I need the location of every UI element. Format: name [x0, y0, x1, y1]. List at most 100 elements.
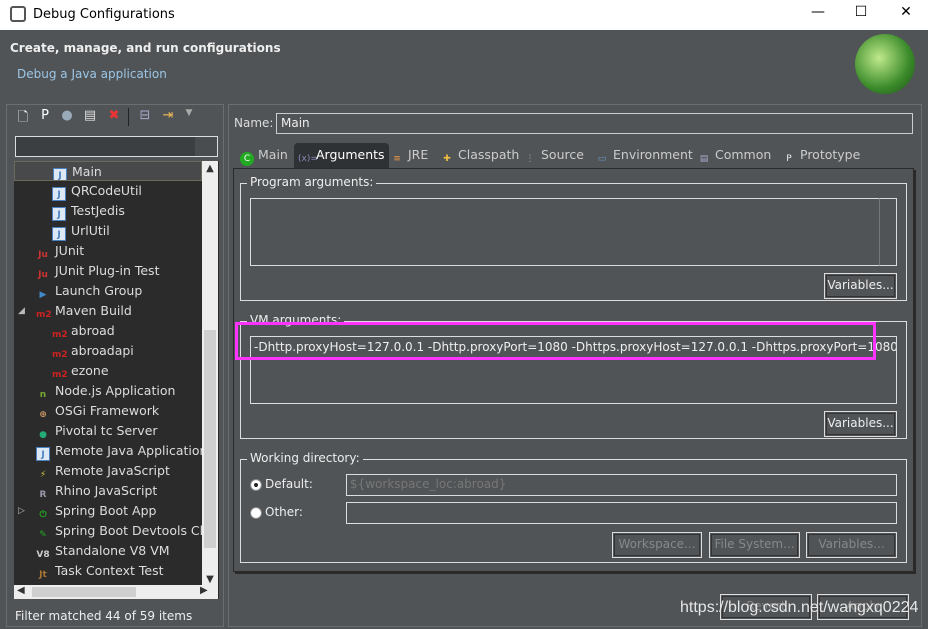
tab-label: Classpath [458, 147, 520, 162]
config-type-icon: ⊕ [39, 410, 47, 420]
tab-label: Environment [613, 147, 693, 162]
new-prototype-icon[interactable]: P [37, 108, 53, 124]
filter-clear[interactable] [195, 137, 217, 156]
tab-arguments[interactable]: (x)=Arguments [294, 143, 389, 168]
minimize-button[interactable]: — [808, 4, 828, 24]
config-type-icon: n [39, 390, 47, 400]
collapsed-arrow-icon[interactable]: ▷ [18, 501, 25, 521]
new-config-icon[interactable]: 🗋 [15, 108, 31, 125]
program-arguments-label: Program arguments: [247, 175, 377, 189]
vertical-scroll-thumb[interactable] [204, 330, 216, 548]
tree-item-label: Remote JavaScript [55, 463, 170, 478]
tab-icon: C [240, 152, 254, 166]
tree-item-label: Remote Java Application [55, 443, 202, 458]
tab-icon: ✚ [443, 154, 451, 164]
file-system-button[interactable]: File System... [709, 532, 800, 558]
tab-label: Prototype [800, 147, 861, 162]
tree-item-label: JUnit Plug-in Test [55, 263, 160, 278]
tree-item[interactable]: ◢ m2 Maven Build [14, 301, 202, 321]
dropdown-icon[interactable]: ▼ [181, 108, 197, 124]
tree-item-label: abroadapi [71, 343, 134, 358]
default-radio[interactable] [250, 479, 262, 491]
tab-environment[interactable]: ▭ Environment [591, 143, 697, 168]
tree-item[interactable]: ⊕ OSGi Framework [14, 401, 202, 421]
export-icon[interactable]: ● [59, 108, 75, 124]
config-type-icon: J [53, 168, 67, 180]
tab-common[interactable]: ▤ Common [693, 143, 775, 168]
tab-icon: (x)= [298, 154, 318, 164]
config-type-icon: R [39, 490, 47, 500]
vm-arguments-highlight-box [235, 322, 876, 360]
config-type-icon: ⏻ [39, 510, 47, 520]
tab-icon: ▭ [597, 154, 607, 164]
tab-label: Main [258, 147, 288, 162]
other-radio[interactable] [250, 507, 262, 519]
tree-item[interactable]: J Remote Java Application [14, 441, 202, 461]
tree-item[interactable]: m2 abroad [14, 321, 202, 341]
maximize-button[interactable]: ☐ [851, 4, 871, 24]
config-type-icon: J [36, 447, 50, 461]
debug-bug-icon [855, 34, 915, 94]
config-type-icon: ▶ [39, 290, 47, 300]
config-type-icon: J [52, 207, 66, 221]
tree-item-label: ezone [71, 363, 109, 378]
tab-classpath[interactable]: ✚ Classpath [436, 143, 523, 168]
header-subtitle: Debug a Java application [17, 67, 167, 81]
filter-icon[interactable]: ⇥ [160, 108, 176, 124]
tree-item[interactable]: Jt Task Context Test [14, 561, 202, 581]
tree-item[interactable]: m2 abroadapi [14, 341, 202, 361]
tree-item[interactable]: Ju JUnit [14, 241, 202, 261]
program-args-scrollbar[interactable] [879, 198, 897, 266]
config-type-icon: m2 [52, 370, 68, 380]
tree-item[interactable]: ⚡ Remote JavaScript [14, 461, 202, 481]
tab-source[interactable]: ⋮ Source [519, 143, 588, 168]
tree-item[interactable]: ● Pivotal tc Server [14, 421, 202, 441]
tree-item[interactable]: Ju JUnit Plug-in Test [14, 261, 202, 281]
tab-label: Common [715, 147, 772, 162]
tree-item[interactable]: V8 Standalone V8 VM [14, 541, 202, 561]
other-directory-field[interactable] [346, 502, 897, 524]
name-input[interactable]: Main [276, 113, 913, 134]
working-dir-variables-button[interactable]: Variables... [806, 532, 897, 558]
expanded-arrow-icon[interactable]: ◢ [18, 301, 25, 321]
horizontal-scroll-thumb[interactable] [32, 587, 136, 597]
config-type-icon: m2 [52, 330, 68, 340]
config-type-icon: Ju [38, 270, 48, 280]
tree-item-label: Main [72, 164, 102, 179]
tab-jre[interactable]: ≡ JRE [386, 143, 432, 168]
collapse-all-icon[interactable]: ⊟ [137, 108, 153, 124]
arguments-tab-content: Program arguments: Variables... VM argum… [233, 168, 914, 572]
working-directory-label: Working directory: [247, 451, 363, 465]
tree-item[interactable]: ▶ Launch Group [14, 281, 202, 301]
tab-label: Arguments [316, 147, 385, 162]
tab-label: Source [541, 147, 584, 162]
eclipse-icon [10, 6, 26, 22]
tree-item[interactable]: R Rhino JavaScript [14, 481, 202, 501]
duplicate-icon[interactable]: ▤ [82, 108, 98, 124]
tree-item[interactable]: n Node.js Application [14, 381, 202, 401]
tree-item[interactable]: J Main [14, 161, 202, 181]
delete-icon[interactable]: ✖ [106, 108, 122, 124]
tree-item[interactable]: ▷ ⏻ Spring Boot App [14, 501, 202, 521]
tab-icon: P [786, 154, 792, 164]
workspace-button[interactable]: Workspace... [612, 532, 702, 558]
tree-item-label: QRCodeUtil [71, 183, 142, 198]
tree-item-label: Node.js Application [55, 383, 176, 398]
tree-item[interactable]: m2 ezone [14, 361, 202, 381]
filter-input[interactable] [15, 136, 218, 157]
working-directory-group: Working directory: Default: ${workspace_… [240, 451, 907, 563]
tree-item[interactable]: J TestJedis [14, 201, 202, 221]
tree-item-label: Spring Boot Devtools Client [55, 523, 202, 538]
tree-item[interactable]: J UrlUtil [14, 221, 202, 241]
tab-main[interactable]: C Main [236, 143, 292, 168]
program-args-variables-button[interactable]: Variables... [824, 273, 897, 299]
vm-args-variables-button[interactable]: Variables... [824, 411, 897, 437]
close-button[interactable]: ✕ [896, 4, 916, 24]
tree-item[interactable]: ✎ Spring Boot Devtools Client [14, 521, 202, 541]
program-arguments-textarea[interactable] [250, 198, 897, 266]
title-bar: Debug Configurations — ☐ ✕ [0, 0, 928, 30]
program-arguments-group: Program arguments: Variables... [240, 175, 907, 301]
tab-prototype[interactable]: P Prototype [778, 143, 864, 168]
tree-item-label: Launch Group [55, 283, 143, 298]
tree-item[interactable]: J QRCodeUtil [14, 181, 202, 201]
